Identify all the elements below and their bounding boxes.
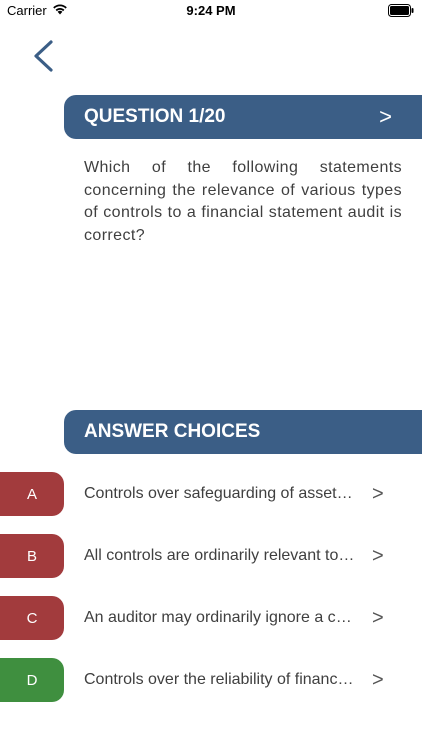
status-bar: Carrier 9:24 PM xyxy=(0,0,422,22)
back-button[interactable] xyxy=(26,36,66,76)
chevron-left-icon xyxy=(34,40,53,72)
answer-text: Controls over the reliability of financi… xyxy=(84,671,356,688)
chevron-right-icon: > xyxy=(372,483,384,505)
answer-text: All controls are ordinarily relevant to … xyxy=(84,547,356,564)
battery-icon xyxy=(388,4,414,20)
answer-letter-badge: A xyxy=(0,472,64,516)
answer-option-b[interactable]: B All controls are ordinarily relevant t… xyxy=(0,534,422,578)
answer-choices-title: ANSWER CHOICES xyxy=(84,421,261,442)
answer-letter-badge: B xyxy=(0,534,64,578)
question-header: QUESTION 1/20 > xyxy=(64,95,422,139)
answer-option-c[interactable]: C An auditor may ordinarily ignore a con… xyxy=(0,596,422,640)
next-question-button[interactable]: > xyxy=(379,95,392,139)
answer-choices-header: ANSWER CHOICES xyxy=(64,410,422,454)
answer-letter-badge: C xyxy=(0,596,64,640)
chevron-right-icon: > xyxy=(372,669,384,691)
answer-text: An auditor may ordinarily ignore a consi… xyxy=(84,609,356,626)
chevron-right-icon: > xyxy=(372,607,384,629)
answer-option-d[interactable]: D Controls over the reliability of finan… xyxy=(0,658,422,702)
question-counter: QUESTION 1/20 xyxy=(84,106,226,127)
status-time: 9:24 PM xyxy=(186,3,236,18)
chevron-right-icon: > xyxy=(372,545,384,567)
answer-option-a[interactable]: A Controls over safeguarding of assets a… xyxy=(0,472,422,516)
answer-text: Controls over safeguarding of assets and… xyxy=(84,485,356,502)
question-text: Which of the following statements concer… xyxy=(84,159,402,244)
answer-letter-badge: D xyxy=(0,658,64,702)
quiz-screen: Carrier 9:24 PM QUESTION 1/20 > Which of… xyxy=(0,0,422,750)
